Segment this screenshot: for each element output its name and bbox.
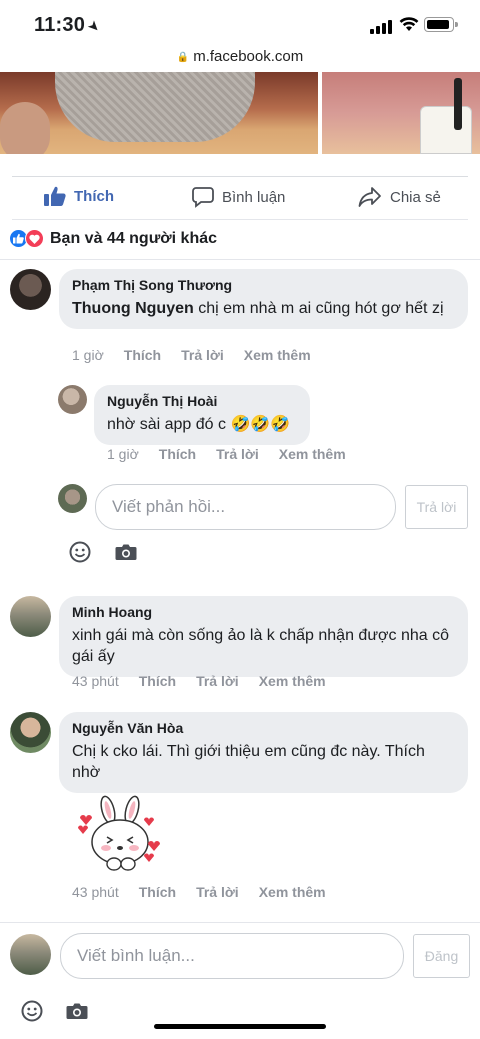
reply-more-button[interactable]: Xem thêm [279, 446, 346, 462]
share-icon [358, 187, 381, 207]
comment-meta: 43 phút Thích Trả lời Xem thêm [72, 884, 346, 900]
comment-like-button[interactable]: Thích [139, 673, 176, 689]
comment-reply-button[interactable]: Trả lời [196, 673, 239, 689]
post-photo-right[interactable] [322, 72, 480, 154]
reactions-summary[interactable]: Bạn và 44 người khác [9, 229, 217, 248]
comment-placeholder: Viết bình luận... [77, 946, 195, 965]
comment-more-button[interactable]: Xem thêm [259, 884, 326, 900]
avatar[interactable] [10, 596, 51, 637]
share-button[interactable]: Chia sẻ [358, 186, 441, 208]
url-text: m.facebook.com [193, 48, 304, 65]
comment-author[interactable]: Minh Hoang [72, 604, 454, 621]
avatar [10, 934, 51, 975]
location-arrow-icon: ➤ [84, 16, 105, 37]
avatar[interactable] [58, 385, 87, 414]
like-label: Thích [74, 187, 114, 205]
cellular-signal-icon [370, 20, 392, 34]
love-reaction-icon [25, 229, 44, 248]
comment-bubble: Phạm Thị Song Thương Thuong Nguyen chị e… [59, 269, 468, 329]
comment-body: chị em nhà m ai cũng hót gơ hết zị [193, 300, 444, 317]
mention-link[interactable]: Thuong Nguyen [72, 300, 194, 317]
comment-time[interactable]: 1 giờ [72, 347, 104, 363]
comment-text: xinh gái mà còn sống ảo là k chấp nhận đ… [72, 627, 449, 665]
camera-icon[interactable] [115, 543, 137, 561]
url-bar[interactable]: 🔒 m.facebook.com [0, 48, 480, 65]
reply-submit-button[interactable]: Trả lời [405, 485, 468, 529]
reply-reply-button[interactable]: Trả lời [216, 446, 259, 462]
reply-author[interactable]: Nguyễn Thị Hoài [107, 393, 296, 410]
post-comment-button[interactable]: Đăng [413, 934, 470, 978]
comment-label: Bình luận [222, 188, 286, 206]
emoji-icon[interactable] [69, 541, 91, 563]
reply-like-button[interactable]: Thích [159, 446, 196, 462]
comment-bubble: Minh Hoang xinh gái mà còn sống ảo là k … [59, 596, 468, 677]
avatar [58, 484, 87, 513]
post-comment-label: Đăng [424, 948, 459, 964]
comment-meta: 1 giờ Thích Trả lời Xem thêm [72, 347, 331, 363]
post-photo-left[interactable] [0, 72, 318, 154]
divider [0, 922, 480, 923]
comment-text: Thuong Nguyen chị em nhà m ai cũng hót g… [72, 298, 454, 319]
divider [0, 259, 480, 260]
comment-text: Chị k cko lái. Thì giới thiệu em cũng đc… [72, 743, 425, 781]
comment-reply-button[interactable]: Trả lời [181, 347, 224, 363]
reply-submit-label: Trả lời [416, 499, 457, 515]
comment-author[interactable]: Nguyễn Văn Hòa [72, 720, 454, 737]
emoji-icon[interactable] [21, 1000, 43, 1022]
comment-time[interactable]: 43 phút [72, 673, 119, 689]
camera-icon[interactable] [66, 1002, 88, 1020]
like-button[interactable]: Thích [44, 186, 114, 206]
reactions-text: Bạn và 44 người khác [50, 229, 218, 247]
comment-like-button[interactable]: Thích [139, 884, 176, 900]
bunny-sticker[interactable] [74, 792, 162, 876]
comment-meta: 43 phút Thích Trả lời Xem thêm [72, 673, 346, 689]
post-photos [0, 72, 480, 154]
comment-button[interactable]: Bình luận [192, 186, 285, 208]
reply-placeholder: Viết phản hồi... [112, 497, 226, 516]
reply-input[interactable]: Viết phản hồi... [95, 484, 396, 530]
avatar[interactable] [10, 269, 51, 310]
comment-time[interactable]: 43 phút [72, 884, 119, 900]
reply-meta: 1 giờ Thích Trả lời Xem thêm [107, 446, 366, 462]
comment-bubble: Nguyễn Văn Hòa Chị k cko lái. Thì giới t… [59, 712, 468, 793]
comment-icon [192, 187, 214, 208]
reply-bubble: Nguyễn Thị Hoài nhờ sài app đó c 🤣🤣🤣 [94, 385, 310, 445]
comment-input[interactable]: Viết bình luận... [60, 933, 404, 979]
comment-author[interactable]: Phạm Thị Song Thương [72, 277, 454, 294]
wifi-icon [399, 17, 419, 31]
comment-like-button[interactable]: Thích [124, 347, 161, 363]
post-action-bar: Thích Bình luận Chia sẻ [12, 176, 468, 220]
home-indicator[interactable] [154, 1024, 326, 1029]
lock-icon: 🔒 [176, 52, 190, 63]
status-time: 11:30➤ [34, 14, 105, 37]
thumbs-up-icon [44, 186, 66, 206]
reply-time[interactable]: 1 giờ [107, 446, 139, 462]
comment-more-button[interactable]: Xem thêm [244, 347, 311, 363]
share-label: Chia sẻ [390, 188, 441, 206]
comment-more-button[interactable]: Xem thêm [259, 673, 326, 689]
comment-reply-button[interactable]: Trả lời [196, 884, 239, 900]
status-bar: 11:30➤ [0, 0, 480, 50]
battery-icon [424, 17, 458, 32]
avatar[interactable] [10, 712, 51, 753]
reply-text: nhờ sài app đó c 🤣🤣🤣 [107, 416, 291, 433]
